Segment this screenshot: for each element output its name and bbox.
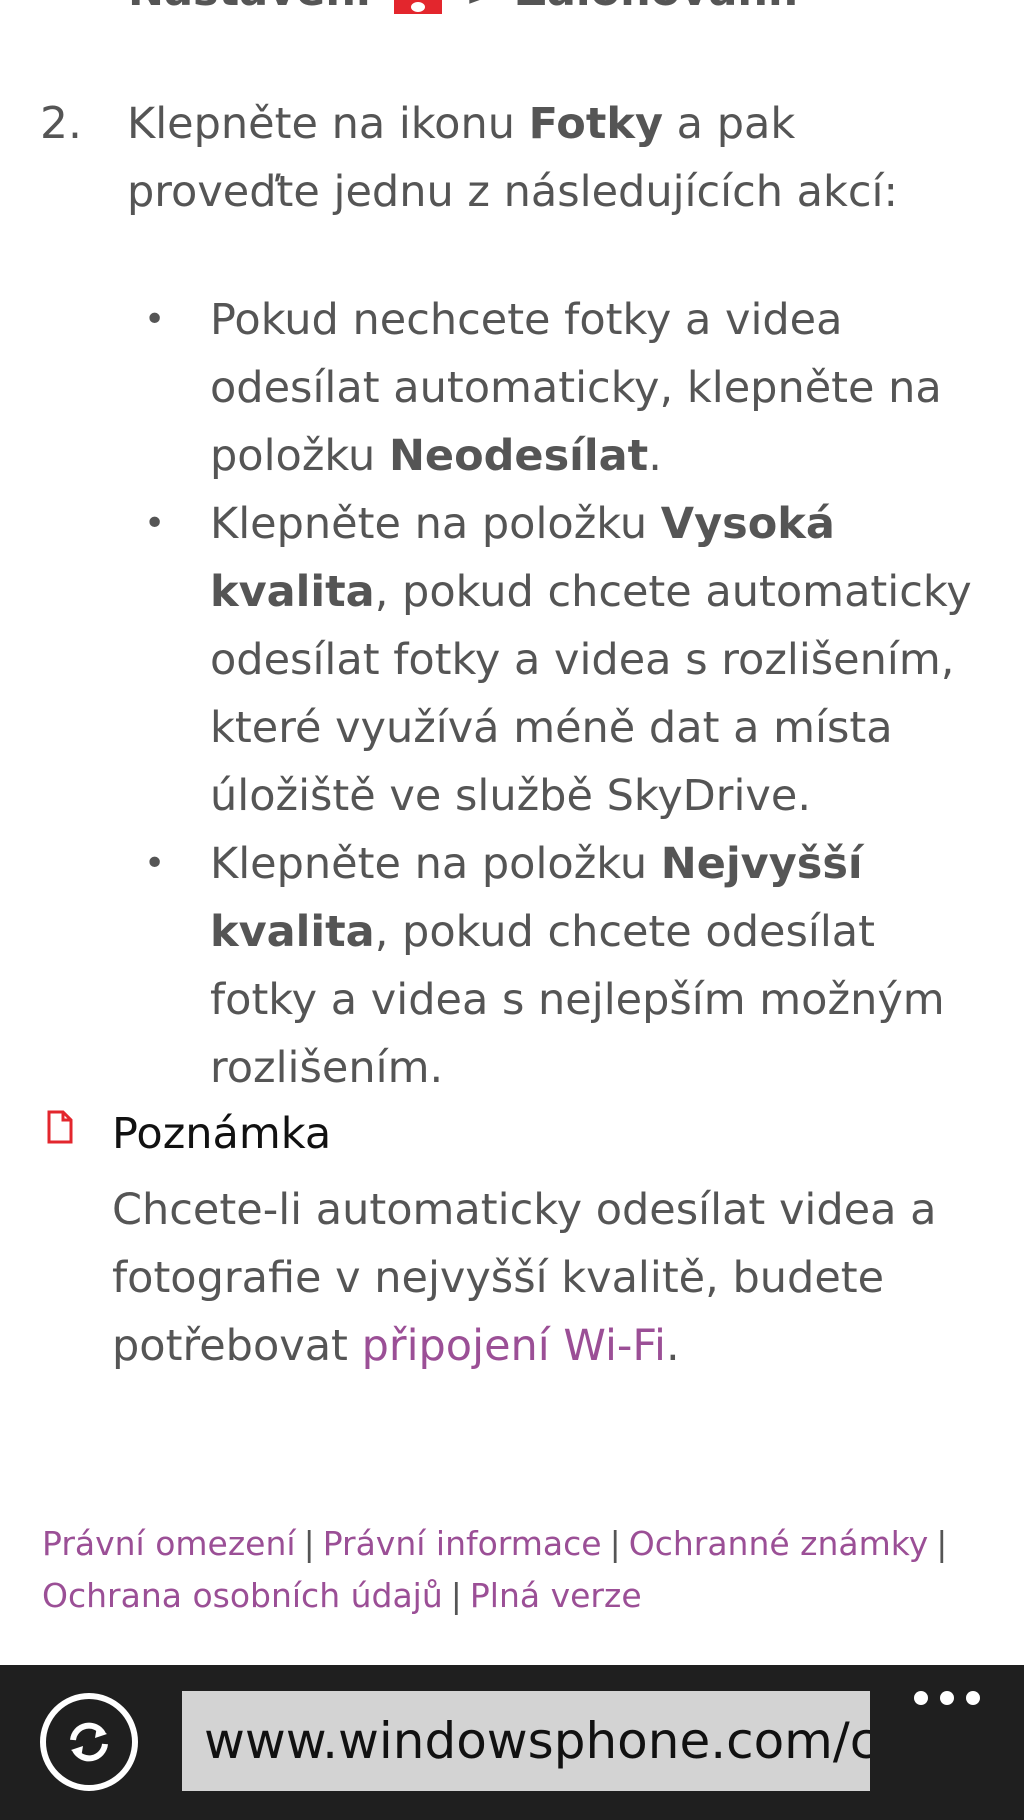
article-content: Nastavení > Zálohování. 2. Klepněte na i… — [0, 0, 1024, 1665]
bullet-dot: • — [144, 503, 166, 544]
step-text: Klepněte na ikonu Fotky a pak proveďte j… — [127, 99, 898, 217]
list-item: • Pokud nechcete fotky a videa odesílat … — [140, 286, 990, 490]
legal-disclaimer-link[interactable]: Právní omezení — [42, 1524, 296, 1563]
privacy-link[interactable]: Ochrana osobních údajů — [42, 1576, 443, 1615]
refresh-icon — [70, 1722, 108, 1762]
settings-label: Nastavení — [128, 0, 371, 16]
legal-info-link[interactable]: Právní informace — [323, 1524, 602, 1563]
note-document-icon — [47, 1110, 73, 1144]
note-text: Chcete-li automaticky odesílat videa a f… — [112, 1185, 937, 1371]
option-list: • Pokud nechcete fotky a videa odesílat … — [140, 286, 990, 1102]
footer-links: Právní omezení | Právní informace | Ochranné… — [42, 1524, 948, 1615]
step-number: 2. — [40, 98, 82, 149]
url-input[interactable] — [182, 1691, 870, 1791]
more-button[interactable] — [914, 1683, 984, 1713]
full-version-link[interactable]: Plná verze — [470, 1576, 642, 1615]
refresh-button[interactable] — [40, 1693, 138, 1791]
bullet-dot: • — [144, 299, 166, 340]
photos-bold: Fotky — [528, 99, 664, 149]
list-item: • Klepněte na položku Vysoká kvalita, po… — [140, 490, 990, 830]
browser-address-bar — [0, 1665, 1024, 1820]
breadcrumb-instruction: Nastavení > Zálohování. — [128, 0, 799, 16]
bullet-dot: • — [144, 843, 166, 884]
settings-gear-icon — [393, 0, 442, 14]
backup-label: > Zálohování. — [465, 0, 799, 16]
note-title: Poznámka — [112, 1109, 332, 1159]
trademarks-link[interactable]: Ochranné známky — [629, 1524, 929, 1563]
wifi-connection-link[interactable]: připojení Wi-Fi — [362, 1321, 666, 1371]
list-item: • Klepněte na položku Nejvyšší kvalita, … — [140, 830, 990, 1102]
